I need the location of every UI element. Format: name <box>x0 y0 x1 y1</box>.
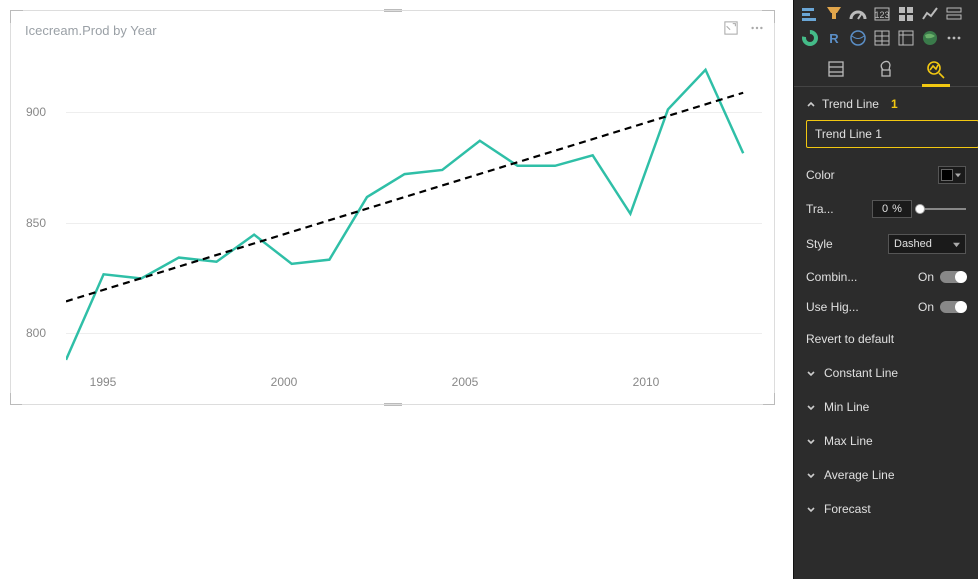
svg-text:123: 123 <box>874 10 889 20</box>
style-label: Style <box>806 237 833 251</box>
donut-icon[interactable] <box>800 28 820 48</box>
transparency-slider[interactable] <box>918 208 966 210</box>
style-select[interactable]: Dashed <box>888 234 966 254</box>
constant-line-section[interactable]: Constant Line <box>794 356 978 390</box>
x-axis-tick: 1995 <box>90 375 117 389</box>
transparency-label: Tra... <box>806 202 834 216</box>
chart-visual[interactable]: Icecream.Prod by Year 900 850 800 1995 2… <box>10 10 775 405</box>
funnel-icon[interactable] <box>824 4 844 24</box>
focus-mode-icon[interactable] <box>724 21 738 35</box>
multirow-icon[interactable] <box>896 4 916 24</box>
chart-title: Icecream.Prod by Year <box>11 11 774 42</box>
trend-line <box>66 93 743 302</box>
y-axis-tick: 900 <box>26 105 46 119</box>
gauge-icon[interactable] <box>848 4 868 24</box>
min-line-section[interactable]: Min Line <box>794 390 978 424</box>
highlight-toggle[interactable] <box>940 301 966 313</box>
chart-plot-area: 900 850 800 1995 2000 2005 2010 <box>11 51 774 394</box>
visualizations-panel: 123 R Trend Line 1 Color <box>793 0 978 579</box>
globe-icon[interactable] <box>920 28 940 48</box>
transparency-input[interactable]: 0 % <box>872 200 912 218</box>
revert-to-default-link[interactable]: Revert to default <box>794 322 978 356</box>
section-label: Trend Line <box>822 97 879 111</box>
highlight-label: Use Hig... <box>806 300 859 314</box>
arcgis-icon[interactable] <box>848 28 868 48</box>
fields-tab[interactable] <box>825 58 847 80</box>
trend-line-name-input[interactable] <box>806 120 978 148</box>
section-count-badge: 1 <box>891 97 898 111</box>
combine-toggle[interactable] <box>940 271 966 283</box>
highlight-value: On <box>918 300 934 314</box>
drag-handle-top[interactable] <box>384 8 402 13</box>
r-visual-icon[interactable]: R <box>824 28 844 48</box>
max-line-section[interactable]: Max Line <box>794 424 978 458</box>
table-icon[interactable] <box>872 28 892 48</box>
visualization-gallery: 123 R <box>794 0 978 50</box>
data-line <box>66 70 743 360</box>
forecast-section[interactable]: Forecast <box>794 492 978 526</box>
average-line-section[interactable]: Average Line <box>794 458 978 492</box>
combine-value: On <box>918 270 934 284</box>
card-icon[interactable]: 123 <box>872 4 892 24</box>
format-tab[interactable] <box>875 58 897 80</box>
x-axis-tick: 2010 <box>633 375 660 389</box>
y-axis-tick: 800 <box>26 326 46 340</box>
kpi-icon[interactable] <box>920 4 940 24</box>
color-label: Color <box>806 168 835 182</box>
trend-line-section-header[interactable]: Trend Line 1 <box>794 87 978 120</box>
x-axis-tick: 2005 <box>452 375 479 389</box>
slicer-icon[interactable] <box>944 4 964 24</box>
svg-text:R: R <box>829 31 839 46</box>
x-axis-tick: 2000 <box>271 375 298 389</box>
combine-label: Combin... <box>806 270 857 284</box>
y-axis-tick: 850 <box>26 216 46 230</box>
more-viz-icon[interactable] <box>944 28 964 48</box>
color-picker[interactable] <box>938 166 966 184</box>
matrix-icon[interactable] <box>896 28 916 48</box>
more-options-icon[interactable] <box>750 21 764 35</box>
stacked-bar-icon[interactable] <box>800 4 820 24</box>
analytics-tab[interactable] <box>925 58 947 80</box>
drag-handle-bottom[interactable] <box>384 402 402 407</box>
